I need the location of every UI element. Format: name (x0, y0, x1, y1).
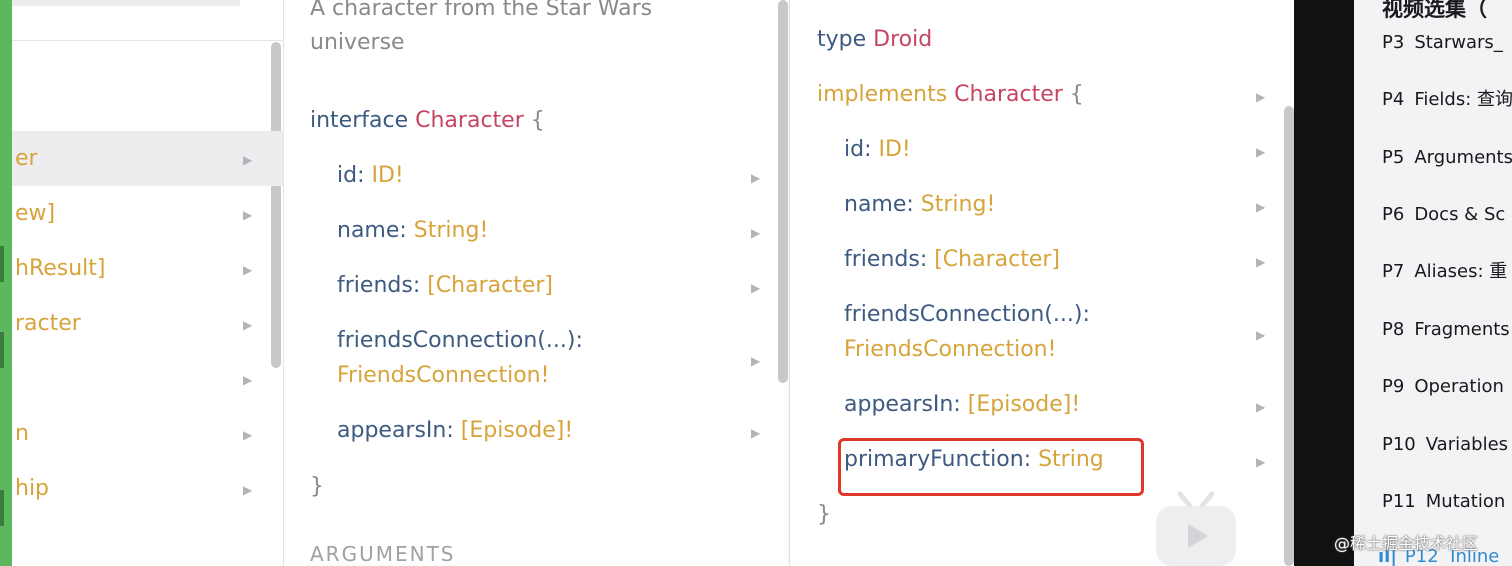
chevron-right-icon: ▶ (243, 483, 253, 497)
field-name: name (844, 192, 907, 217)
field-name: id (844, 137, 865, 162)
chevron-right-icon: ▶ (243, 263, 253, 277)
character-doc-column: A character from the Star Wars universe … (284, 0, 788, 566)
playlist-item[interactable]: P6 Docs & Sc (1382, 203, 1505, 227)
field-name: name (337, 218, 400, 243)
chevron-right-icon: ▶ (1256, 400, 1266, 414)
interface-header: interface Character { (310, 106, 545, 136)
type-list-item-label: ew] (15, 201, 56, 226)
type-list-item[interactable]: hip ▶ (12, 461, 283, 516)
field-row[interactable]: friendsConnection(...): FriendsConnectio… (284, 313, 788, 403)
chevron-right-icon: ▶ (1256, 455, 1266, 469)
field-type[interactable]: [Character] (427, 273, 553, 298)
tv-play-icon (1156, 491, 1236, 566)
field-name: appearsIn (337, 418, 447, 443)
field-type[interactable]: FriendsConnection! (337, 361, 549, 391)
field-type[interactable]: String! (921, 192, 995, 217)
field-type[interactable]: ID! (878, 137, 910, 162)
field-name: friendsConnection(...) (844, 302, 1083, 327)
playlist-title: 视频选集（ (1382, 0, 1487, 21)
type-list-item-label: er (15, 146, 38, 171)
type-description: A character from the Star Wars universe (310, 0, 653, 55)
type-keyword: type (817, 27, 867, 52)
search-bar-edge (12, 0, 240, 6)
droid-doc-column: type Droid implements Character { ▶ id: … (790, 0, 1294, 566)
playlist-item[interactable]: P10 Variables (1382, 433, 1508, 457)
field-row[interactable]: id: ID! ▶ (790, 123, 1294, 178)
playlist-item[interactable]: P11 Mutation (1382, 490, 1505, 514)
playlist-item[interactable]: P9 Operation (1382, 375, 1504, 399)
field-name: friendsConnection(...) (337, 328, 576, 353)
playlist-item[interactable]: P3 Starwars_ (1382, 31, 1503, 55)
field-type[interactable]: FriendsConnection! (844, 335, 1056, 365)
field-row[interactable]: friends: [Character] ▶ (284, 258, 788, 313)
field-row[interactable]: friends: [Character] ▶ (790, 233, 1294, 288)
chevron-right-icon: ▶ (1256, 145, 1266, 159)
chevron-right-icon: ▶ (1256, 255, 1266, 269)
type-list-item-label: hResult] (15, 256, 106, 281)
type-list-item[interactable]: ew] ▶ (12, 186, 283, 241)
type-list-item-label: n (15, 421, 29, 446)
type-list-item-label: racter (15, 311, 81, 336)
left-edge-strip (0, 0, 12, 566)
playlist-item[interactable]: P7 Aliases: 重 (1382, 260, 1507, 284)
playlist-item[interactable]: P8 Fragments (1382, 318, 1510, 342)
chevron-right-icon: ▶ (243, 153, 253, 167)
field-row[interactable]: appearsIn: [Episode]! ▶ (284, 403, 788, 458)
highlight-annotation-box (838, 438, 1144, 496)
interface-keyword: interface (310, 108, 409, 133)
interface-name[interactable]: Character (415, 108, 524, 133)
chevron-right-icon: ▶ (1256, 328, 1266, 342)
site-watermark: @稀土掘金技术社区 (1334, 534, 1479, 553)
field-type[interactable]: String! (414, 218, 488, 243)
implements-name[interactable]: Character (954, 82, 1063, 107)
chevron-right-icon: ▶ (751, 171, 761, 185)
field-type[interactable]: [Episode]! (968, 392, 1080, 417)
implements-row[interactable]: implements Character { ▶ (790, 68, 1294, 123)
field-type[interactable]: [Character] (934, 247, 1060, 272)
type-list-item[interactable]: n ▶ (12, 406, 283, 461)
video-playlist-panel: 视频选集（ P3 Starwars_ P4 Fields: 查询 P5 Argumen… (1356, 0, 1512, 566)
type-list-item[interactable]: hResult] ▶ (12, 241, 283, 296)
type-list-item[interactable]: ▶ (12, 351, 283, 406)
chevron-right-icon: ▶ (1256, 90, 1266, 104)
field-name: friends (337, 273, 413, 298)
field-row[interactable]: id: ID! ▶ (284, 148, 788, 203)
close-brace: } (817, 502, 831, 527)
playlist-item[interactable]: P4 Fields: 查询 (1382, 88, 1512, 112)
type-list-item[interactable]: racter ▶ (12, 296, 283, 351)
chevron-right-icon: ▶ (243, 428, 253, 442)
chevron-right-icon: ▶ (751, 281, 761, 295)
field-row[interactable]: name: String! ▶ (790, 178, 1294, 233)
field-row[interactable]: friendsConnection(...): FriendsConnectio… (790, 288, 1294, 378)
player-gap (1294, 0, 1354, 566)
implements-keyword: implements (817, 82, 948, 107)
type-list-item-label: hip (15, 476, 50, 501)
close-brace: } (310, 474, 324, 499)
field-name: friends (844, 247, 920, 272)
field-row[interactable]: appearsIn: [Episode]! ▶ (790, 378, 1294, 433)
chevron-right-icon: ▶ (243, 318, 253, 332)
field-type[interactable]: ID! (371, 163, 403, 188)
arguments-section-title: ARGUMENTS (310, 542, 456, 566)
type-list-item[interactable]: er ▶ (12, 131, 283, 186)
chevron-right-icon: ▶ (243, 208, 253, 222)
chevron-right-icon: ▶ (1256, 200, 1266, 214)
chevron-right-icon: ▶ (751, 354, 761, 368)
field-type[interactable]: [Episode]! (461, 418, 573, 443)
chevron-right-icon: ▶ (751, 226, 761, 240)
chevron-right-icon: ▶ (751, 426, 761, 440)
type-header: type Droid (817, 25, 932, 55)
type-list-column: er ▶ ew] ▶ hResult] ▶ racter ▶ ▶ n ▶ hip… (12, 0, 283, 566)
chevron-right-icon: ▶ (243, 373, 253, 387)
field-name: id (337, 163, 358, 188)
type-name: Droid (873, 27, 933, 52)
field-row[interactable]: name: String! ▶ (284, 203, 788, 258)
open-brace: { (1069, 82, 1084, 107)
open-brace: { (530, 108, 545, 133)
playlist-item[interactable]: P5 Arguments (1382, 146, 1512, 170)
field-name: appearsIn (844, 392, 954, 417)
